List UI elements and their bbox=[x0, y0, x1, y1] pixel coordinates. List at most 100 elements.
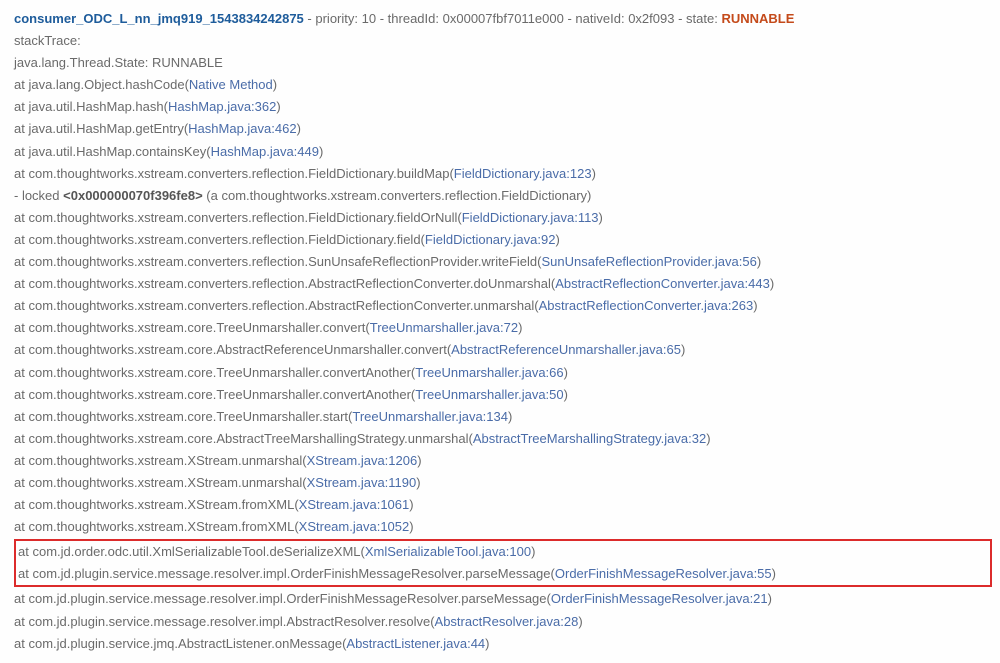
native-id-value: 0x2f093 bbox=[628, 11, 674, 26]
frame-at: at bbox=[14, 614, 28, 629]
frame-at: at bbox=[14, 497, 28, 512]
frame-source-link[interactable]: XStream.java:1206 bbox=[307, 453, 418, 468]
stack-frame: at com.thoughtworks.xstream.XStream.unma… bbox=[14, 450, 986, 472]
frame-paren: ) bbox=[772, 566, 776, 581]
frame-at: at bbox=[14, 475, 28, 490]
stack-frame: at com.jd.plugin.service.message.resolve… bbox=[14, 588, 986, 610]
stack-frame: at com.thoughtworks.xstream.core.TreeUnm… bbox=[14, 317, 986, 339]
frame-source-link[interactable]: AbstractTreeMarshallingStrategy.java:32 bbox=[473, 431, 706, 446]
frame-method: com.jd.plugin.service.message.resolver.i… bbox=[28, 591, 546, 606]
frame-at: at bbox=[18, 566, 32, 581]
frame-method: com.thoughtworks.xstream.core.TreeUnmars… bbox=[28, 320, 365, 335]
frame-method: com.thoughtworks.xstream.core.TreeUnmars… bbox=[28, 409, 348, 424]
frame-paren: ) bbox=[753, 298, 757, 313]
frame-paren: ) bbox=[508, 409, 512, 424]
frame-paren: ) bbox=[531, 544, 535, 559]
frame-method: com.thoughtworks.xstream.core.AbstractRe… bbox=[28, 342, 446, 357]
frame-method: com.thoughtworks.xstream.core.TreeUnmars… bbox=[28, 387, 410, 402]
frame-at: at bbox=[14, 453, 28, 468]
frame-paren: ) bbox=[518, 320, 522, 335]
stack-frame: at com.jd.plugin.service.message.resolve… bbox=[18, 563, 988, 585]
frame-at: at bbox=[14, 99, 28, 114]
frame-paren: ) bbox=[485, 636, 489, 651]
meta-sep: - bbox=[380, 11, 388, 26]
frame-method: com.thoughtworks.xstream.XStream.fromXML bbox=[28, 519, 294, 534]
frame-at: at bbox=[14, 298, 28, 313]
frame-paren: ) bbox=[599, 210, 603, 225]
frame-at: at bbox=[14, 276, 28, 291]
frame-method: java.util.HashMap.containsKey bbox=[28, 144, 206, 159]
stack-frame: at com.thoughtworks.xstream.converters.r… bbox=[14, 251, 986, 273]
stack-frame: at com.thoughtworks.xstream.core.TreeUnm… bbox=[14, 362, 986, 384]
stack-frame: at com.thoughtworks.xstream.core.Abstrac… bbox=[14, 428, 986, 450]
frame-source-link[interactable]: FieldDictionary.java:92 bbox=[425, 232, 556, 247]
frame-source-link[interactable]: TreeUnmarshaller.java:66 bbox=[415, 365, 563, 380]
frame-source-link[interactable]: HashMap.java:462 bbox=[188, 121, 296, 136]
stack-frame: at com.thoughtworks.xstream.converters.r… bbox=[14, 163, 986, 185]
frame-method: com.thoughtworks.xstream.converters.refl… bbox=[28, 166, 449, 181]
frame-source-link[interactable]: XmlSerializableTool.java:100 bbox=[365, 544, 531, 559]
frame-at: at bbox=[14, 431, 28, 446]
locked-monitor-line: - locked <0x000000070f396fe8> (a com.tho… bbox=[14, 185, 986, 207]
frame-source-link[interactable]: TreeUnmarshaller.java:134 bbox=[352, 409, 508, 424]
frame-source-link[interactable]: XStream.java:1061 bbox=[299, 497, 410, 512]
frame-method: com.thoughtworks.xstream.XStream.unmarsh… bbox=[28, 453, 302, 468]
thread-header: consumer_ODC_L_nn_jmq919_1543834242875 -… bbox=[14, 8, 986, 30]
frame-source-link[interactable]: Native Method bbox=[189, 77, 273, 92]
frame-method: com.thoughtworks.xstream.converters.refl… bbox=[28, 254, 537, 269]
frame-source-link[interactable]: TreeUnmarshaller.java:50 bbox=[415, 387, 563, 402]
frame-at: at bbox=[14, 210, 28, 225]
frame-paren: ) bbox=[681, 342, 685, 357]
frame-method: java.lang.Object.hashCode bbox=[28, 77, 184, 92]
stack-frame: at com.thoughtworks.xstream.converters.r… bbox=[14, 273, 986, 295]
frame-source-link[interactable]: HashMap.java:449 bbox=[211, 144, 319, 159]
frame-source-link[interactable]: AbstractReflectionConverter.java:263 bbox=[539, 298, 754, 313]
frame-source-link[interactable]: FieldDictionary.java:123 bbox=[454, 166, 592, 181]
frame-source-link[interactable]: AbstractReferenceUnmarshaller.java:65 bbox=[451, 342, 681, 357]
frame-method: com.jd.plugin.service.message.resolver.i… bbox=[28, 614, 430, 629]
stack-frames-block-3: at com.jd.plugin.service.message.resolve… bbox=[14, 588, 986, 654]
stack-frame: at java.util.HashMap.getEntry(HashMap.ja… bbox=[14, 118, 986, 140]
frame-source-link[interactable]: AbstractResolver.java:28 bbox=[435, 614, 579, 629]
frame-method: com.jd.order.odc.util.XmlSerializableToo… bbox=[32, 544, 360, 559]
frame-paren: ) bbox=[578, 614, 582, 629]
frame-paren: ) bbox=[564, 365, 568, 380]
highlighted-stack-frames: at com.jd.order.odc.util.XmlSerializable… bbox=[14, 539, 992, 587]
frame-method: java.util.HashMap.getEntry bbox=[28, 121, 183, 136]
frame-source-link[interactable]: HashMap.java:362 bbox=[168, 99, 276, 114]
locked-class: (a com.thoughtworks.xstream.converters.r… bbox=[206, 188, 591, 203]
frame-method: com.thoughtworks.xstream.converters.refl… bbox=[28, 298, 534, 313]
stack-frame: at com.thoughtworks.xstream.XStream.unma… bbox=[14, 472, 986, 494]
frame-method: com.jd.plugin.service.jmq.AbstractListen… bbox=[28, 636, 342, 651]
frame-method: com.thoughtworks.xstream.XStream.unmarsh… bbox=[28, 475, 302, 490]
stack-frame: at java.lang.Object.hashCode(Native Meth… bbox=[14, 74, 986, 96]
frame-paren: ) bbox=[770, 276, 774, 291]
frame-method: java.util.HashMap.hash bbox=[28, 99, 163, 114]
frame-source-link[interactable]: OrderFinishMessageResolver.java:55 bbox=[555, 566, 772, 581]
frame-source-link[interactable]: TreeUnmarshaller.java:72 bbox=[370, 320, 518, 335]
frame-paren: ) bbox=[555, 232, 559, 247]
frame-at: at bbox=[14, 77, 28, 92]
locked-address: <0x000000070f396fe8> bbox=[63, 188, 203, 203]
frame-source-link[interactable]: AbstractReflectionConverter.java:443 bbox=[555, 276, 770, 291]
stack-frames-block-2: at com.thoughtworks.xstream.converters.r… bbox=[14, 207, 986, 538]
frame-method: com.thoughtworks.xstream.converters.refl… bbox=[28, 232, 420, 247]
frame-source-link[interactable]: AbstractListener.java:44 bbox=[346, 636, 485, 651]
priority-label: priority: bbox=[315, 11, 358, 26]
frame-method: com.thoughtworks.xstream.XStream.fromXML bbox=[28, 497, 294, 512]
frame-paren: ) bbox=[409, 497, 413, 512]
stack-frames-block-1: at java.lang.Object.hashCode(Native Meth… bbox=[14, 74, 986, 184]
frame-source-link[interactable]: SunUnsafeReflectionProvider.java:56 bbox=[541, 254, 756, 269]
frame-at: at bbox=[14, 320, 28, 335]
frame-paren: ) bbox=[592, 166, 596, 181]
frame-paren: ) bbox=[416, 475, 420, 490]
frame-source-link[interactable]: OrderFinishMessageResolver.java:21 bbox=[551, 591, 768, 606]
frame-paren: ) bbox=[319, 144, 323, 159]
frame-paren: ) bbox=[276, 99, 280, 114]
stack-frame: at java.util.HashMap.hash(HashMap.java:3… bbox=[14, 96, 986, 118]
frame-source-link[interactable]: FieldDictionary.java:113 bbox=[462, 210, 599, 225]
stack-frame: at com.thoughtworks.xstream.core.Abstrac… bbox=[14, 339, 986, 361]
frame-method: com.thoughtworks.xstream.core.AbstractTr… bbox=[28, 431, 468, 446]
frame-source-link[interactable]: XStream.java:1190 bbox=[307, 475, 417, 490]
frame-source-link[interactable]: XStream.java:1052 bbox=[299, 519, 410, 534]
